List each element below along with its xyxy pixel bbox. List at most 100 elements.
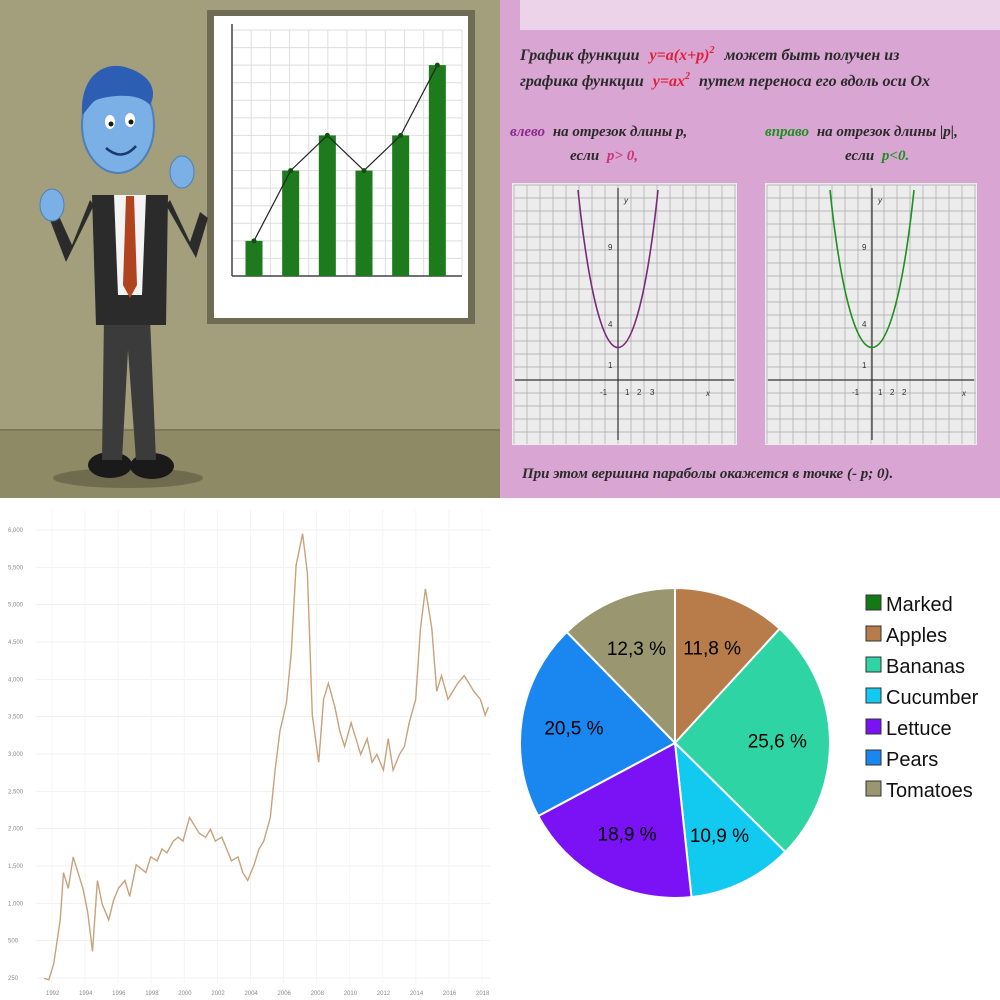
formula-line-1-text-a: График функции [519,47,640,64]
graph-left-tick-m1: -1 [600,388,608,397]
left-shift-word: влево [510,124,545,140]
board-point [324,132,330,138]
top-strip [520,0,1000,30]
formula-base-exp: 2 [684,71,690,82]
formula-base: y=ax [651,73,685,90]
price-line-svg: 6,000 5,500 5,000 4,500 4,000 3,500 3,000 2,500… [0,498,500,1000]
board-point [361,168,367,174]
pupil-right [128,119,134,125]
legend-swatch-bananas [865,656,882,673]
left-cond: p> 0, [605,148,638,164]
line-y-tick-label: 2,500 [8,789,24,795]
graph-right-tick-1: 1 [878,388,883,397]
produce-pie-chart: 11,8 % 25,6 % 10,9 % 18,9 % 20,5 % 12,3 % Mar… [500,498,1000,1000]
right-shift-text: вправо на отрезок длины |p|, [765,124,958,140]
board-point [288,168,294,174]
board-bar [355,170,373,276]
left-cond-prefix: если [570,148,599,164]
line-x-tick-label: 2014 [410,991,424,997]
legend-label-lettuce: Lettuce [886,718,952,740]
pie-value-label-cucumber: 10,9 % [690,826,749,847]
right-hand [169,155,195,189]
board-bar [392,135,410,276]
line-x-tick-label: 2010 [344,991,358,997]
right-cond-prefix: если [845,148,874,164]
graph-left: y x -1 1 2 3 9 4 1 [512,183,737,445]
graph-right-tick-2: 2 [890,388,895,397]
floor [0,430,500,498]
pie-value-label-lettuce: 18,9 % [598,824,657,845]
formula-panel: График функции y=a(x+p)2 может быть полу… [500,0,1000,498]
line-x-tick-label: 1998 [145,991,159,997]
line-y-tick-label: 4,500 [8,640,24,646]
board-bar [428,65,446,277]
line-y-tick-label: 3,000 [8,752,24,758]
legend-label-bananas: Bananas [886,656,965,678]
line-y-tick-label: 1,000 [8,901,24,907]
legend-swatch-cucumber [865,687,882,704]
graph-right-tick-m1: -1 [852,388,860,397]
graph-left-tick-2: 2 [637,388,642,397]
legend-label-tomatoes: Tomatoes [886,780,973,802]
board-point [434,62,440,68]
legend-label-pears: Pears [886,749,938,771]
graph-left-tick-3: 3 [650,388,655,397]
right-shift-condition: если p<0. [845,148,909,164]
legend-swatch-lettuce [865,718,882,735]
legend-swatch-tomatoes [865,780,882,797]
legend-label-cucumber: Cucumber [886,687,979,709]
line-y-tick-label: 2,000 [8,827,24,833]
line-y-tick-label: 250 [8,976,19,982]
right-cond: p<0. [880,148,909,164]
line-y-tick-label: 5,500 [8,565,24,571]
presenter-illustration [0,0,500,498]
legend-label-apples: Apples [886,625,947,647]
line-y-tick-label: 5,000 [8,603,24,609]
formula-shifted-exp: 2 [709,45,715,56]
vertex-note: При этом вершина параболы окажется в точ… [521,466,893,482]
right-shift-word: вправо [765,124,809,140]
board-bar [245,240,263,276]
formula-svg: График функции y=a(x+p)2 может быть полу… [500,0,1000,498]
left-shift-text: влево на отрезок длины p, [510,124,687,140]
line-x-tick-label: 2016 [443,991,457,997]
graph-right-tick-y4: 4 [862,320,867,329]
line-x-tick-label: 2000 [178,991,192,997]
presenter-scene [0,0,500,498]
line-x-tick-label: 1994 [79,991,93,997]
line-x-tick-label: 2006 [278,991,292,997]
line-y-tick-label: 500 [8,939,19,945]
line-x-tick-label: 2018 [476,991,490,997]
pie-value-label-apples: 11,8 % [683,639,741,660]
line-y-tick-label: 3,500 [8,715,24,721]
line-x-tick-label: 2012 [377,991,391,997]
line-x-tick-label: 1992 [46,991,60,997]
left-hand [39,188,65,222]
board-point [251,238,257,244]
line-y-tick-label: 1,500 [8,864,24,870]
board-point [398,132,404,138]
legend-swatch-apples [865,625,882,642]
formula-line-2-text-a: графика функции [520,73,644,90]
line-x-tick-label: 1996 [112,991,126,997]
board-bar [282,170,300,276]
formula-shifted: y=a(x+p) [648,47,710,64]
left-shift-rest: на отрезок длины p, [553,124,687,140]
line-y-tick-label: 4,000 [8,677,24,683]
pie-svg: 11,8 % 25,6 % 10,9 % 18,9 % 20,5 % 12,3 % Mar… [500,498,1000,1000]
graph-right-tick-y9: 9 [862,243,867,252]
graph-left-tick-y4: 4 [608,320,613,329]
legend-swatch-marked [865,594,882,611]
line-x-tick-label: 2002 [211,991,225,997]
line-x-tick-label: 2008 [311,991,325,997]
graph-right-tick-y1: 1 [862,361,867,370]
right-shift-rest: на отрезок длины |p|, [817,124,958,140]
legend-label-marked: Marked [886,594,953,616]
line-x-tick-label: 2004 [244,991,258,997]
pupil-left [108,121,114,127]
legend-swatch-pears [865,749,882,766]
pie-value-label-pears: 20,5 % [544,718,603,739]
graph-right-tick-2b: 2 [902,388,907,397]
price-line-chart: 6,000 5,500 5,000 4,500 4,000 3,500 3,000 2,500… [0,498,500,1000]
pie-value-label-tomatoes: 12,3 % [607,639,666,660]
